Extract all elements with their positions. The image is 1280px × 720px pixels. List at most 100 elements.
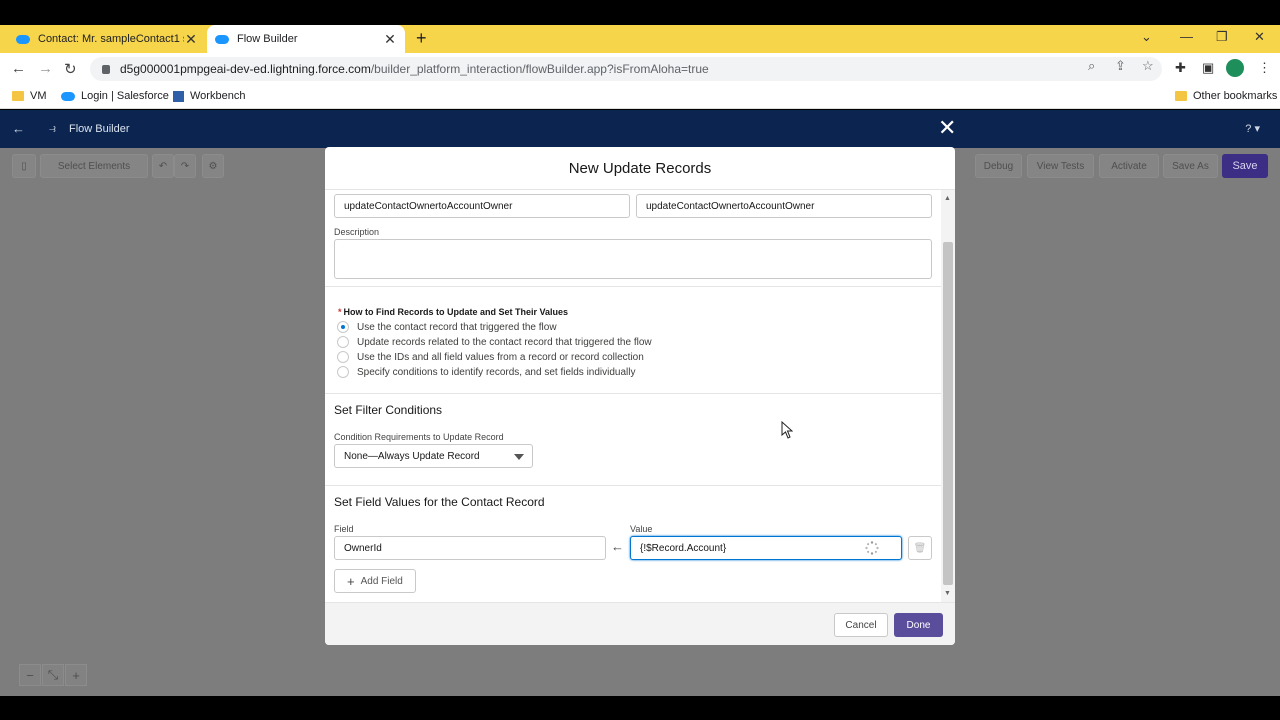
zoom-in-icon[interactable]: + — [65, 664, 87, 686]
modal-title: New Update Records — [568, 159, 712, 177]
restore-icon[interactable]: ❐ — [1216, 29, 1228, 45]
radio-button[interactable] — [337, 351, 349, 363]
cancel-button[interactable]: Cancel — [834, 613, 888, 637]
value-input[interactable]: {!$Record.Account} — [630, 536, 902, 560]
toggle-panel-icon[interactable]: ▯ — [12, 154, 36, 178]
add-field-label: Add Field — [360, 575, 403, 587]
salesforce-cloud-icon — [215, 34, 229, 44]
new-tab-plus-icon[interactable]: + — [416, 28, 427, 49]
bookmark-label: Login | Salesforce — [81, 90, 169, 102]
radio-button[interactable] — [337, 336, 349, 348]
radio-option-ids-and-values[interactable]: Use the IDs and all field values from a … — [337, 351, 644, 363]
description-textarea[interactable] — [334, 239, 932, 279]
forward-arrow-icon[interactable]: → — [38, 60, 53, 77]
value-label: Value — [630, 524, 653, 534]
zoom-search-icon[interactable]: ⌕ — [1088, 58, 1095, 74]
arrow-left-icon: ← — [611, 539, 624, 554]
modal-footer: Cancel Done — [325, 602, 955, 645]
bookmark-label: VM — [30, 90, 47, 102]
done-button[interactable]: Done — [894, 613, 943, 637]
back-arrow-icon[interactable]: ← — [12, 121, 25, 136]
plus-icon: + — [347, 573, 355, 589]
reload-icon[interactable]: ↻ — [64, 60, 77, 78]
scrollbar-thumb[interactable] — [943, 242, 953, 585]
tab-title: Contact: Mr. sampleContact1 sam — [38, 33, 184, 45]
condition-requirements-select[interactable]: None—Always Update Record — [334, 444, 533, 468]
section-divider — [325, 286, 941, 287]
back-arrow-icon[interactable]: ← — [11, 60, 26, 77]
url-path: /builder_platform_interaction/flowBuilde… — [370, 62, 709, 76]
browser-tab-contact[interactable]: Contact: Mr. sampleContact1 sam ✕ — [8, 25, 206, 53]
folder-icon — [1175, 91, 1187, 101]
browser-tab-flow-builder[interactable]: Flow Builder ✕ — [207, 25, 405, 53]
select-elements-button[interactable]: Select Elements — [40, 154, 148, 178]
help-icon[interactable]: ? ▾ — [1245, 122, 1260, 135]
flow-icon: ⥽ — [49, 121, 56, 135]
radio-label: Use the contact record that triggered th… — [357, 321, 557, 333]
api-name-input[interactable]: updateContactOwnertoAccountOwner — [636, 194, 932, 218]
modal-header: New Update Records — [325, 147, 955, 190]
fit-view-icon[interactable]: ⤡ — [42, 664, 64, 686]
gear-icon[interactable]: ⚙ — [202, 154, 224, 178]
value-input-value: {!$Record.Account} — [640, 542, 727, 554]
field-values-section-title: Set Field Values for the Contact Record — [334, 495, 545, 509]
close-icon[interactable]: ✕ — [938, 116, 956, 140]
activate-button[interactable]: Activate — [1099, 154, 1159, 178]
app-title: Flow Builder — [69, 123, 130, 135]
radio-label: Specify conditions to identify records, … — [357, 366, 636, 378]
side-panel-icon[interactable]: ▣ — [1202, 60, 1214, 76]
bookmark-vm[interactable]: VM — [12, 90, 47, 102]
add-field-button[interactable]: + Add Field — [334, 569, 416, 593]
radio-label: Update records related to the contact re… — [357, 336, 652, 348]
more-menu-icon[interactable]: ⋮ — [1258, 60, 1271, 76]
screen: Contact: Mr. sampleContact1 sam ✕ Flow B… — [0, 0, 1280, 720]
debug-button[interactable]: Debug — [975, 154, 1022, 178]
field-label: Field — [334, 524, 354, 534]
other-bookmarks[interactable]: Other bookmarks — [1175, 90, 1277, 102]
view-tests-button[interactable]: View Tests — [1027, 154, 1094, 178]
undo-icon[interactable]: ↶ — [152, 154, 174, 178]
radio-option-related-records[interactable]: Update records related to the contact re… — [337, 336, 652, 348]
zoom-out-icon[interactable]: − — [19, 664, 41, 686]
save-button[interactable]: Save — [1222, 154, 1268, 178]
description-label: Description — [334, 227, 380, 237]
save-as-button[interactable]: Save As — [1163, 154, 1218, 178]
bookmark-label: Workbench — [190, 90, 246, 102]
find-records-label-text: How to Find Records to Update and Set Th… — [343, 307, 569, 317]
condition-requirements-label: Condition Requirements to Update Record — [334, 432, 504, 442]
section-divider — [325, 485, 941, 486]
save-label: Save — [1232, 160, 1258, 172]
close-icon[interactable]: ✕ — [383, 31, 397, 48]
scroll-up-icon[interactable]: ▲ — [944, 195, 951, 202]
close-icon[interactable]: ✕ — [184, 31, 198, 48]
address-bar[interactable]: d5g000001pmpgeai-dev-ed.lightning.force.… — [90, 57, 1162, 81]
debug-label: Debug — [983, 160, 1014, 172]
bookmark-login-salesforce[interactable]: Login | Salesforce — [61, 90, 169, 102]
browser-tab-bar: Contact: Mr. sampleContact1 sam ✕ Flow B… — [0, 25, 1280, 53]
share-icon[interactable]: ⇪ — [1115, 58, 1126, 74]
star-bookmark-icon[interactable]: ☆ — [1142, 58, 1154, 74]
flow-builder-header: ← ⥽ Flow Builder ? ▾ — [0, 110, 1280, 148]
field-input[interactable]: OwnerId — [334, 536, 606, 560]
find-records-label: * How to Find Records to Update and Set T… — [338, 307, 568, 317]
update-records-modal: New Update Records updateContactOwnertoA… — [325, 147, 955, 645]
label-input[interactable]: updateContactOwnertoAccountOwner — [334, 194, 630, 218]
loading-spinner-icon — [865, 541, 879, 555]
delete-trash-icon[interactable]: 🗑 — [908, 536, 932, 560]
caret-down-icon — [514, 454, 524, 460]
radio-button[interactable] — [337, 321, 349, 333]
minimize-icon[interactable]: — — [1180, 29, 1193, 44]
redo-icon[interactable]: ↷ — [174, 154, 196, 178]
radio-button[interactable] — [337, 366, 349, 378]
view-tests-label: View Tests — [1036, 160, 1085, 172]
extensions-puzzle-icon[interactable]: ✚ — [1175, 60, 1186, 76]
bookmark-workbench[interactable]: Workbench — [173, 90, 245, 102]
profile-avatar[interactable] — [1226, 59, 1244, 77]
scroll-down-icon[interactable]: ▼ — [944, 590, 951, 597]
condition-requirements-value: None—Always Update Record — [344, 450, 480, 462]
url-host: d5g000001pmpgeai-dev-ed.lightning.force.… — [120, 62, 371, 76]
radio-option-specify-conditions[interactable]: Specify conditions to identify records, … — [337, 366, 635, 378]
radio-option-triggered-record[interactable]: Use the contact record that triggered th… — [337, 321, 557, 333]
window-close-icon[interactable]: ✕ — [1254, 29, 1265, 45]
chevron-down-icon[interactable]: ⌄ — [1141, 29, 1152, 45]
